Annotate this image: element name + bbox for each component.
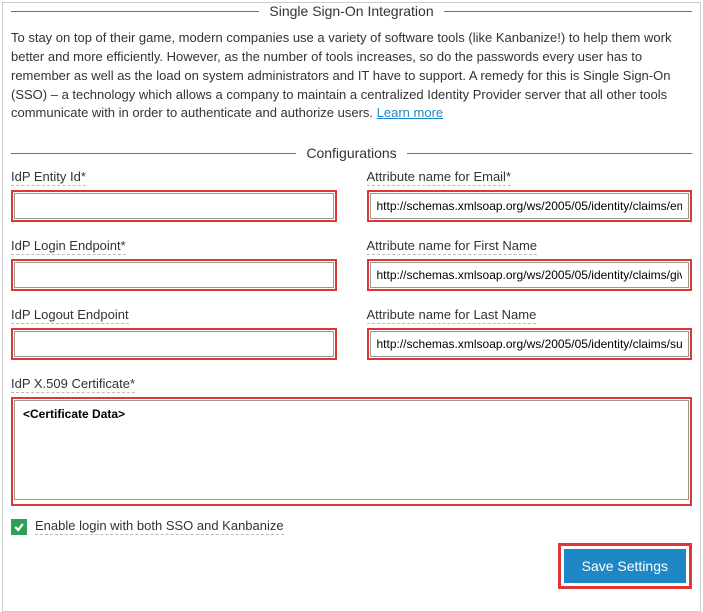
idp-logout-endpoint-input[interactable] bbox=[14, 331, 334, 357]
cert-input[interactable] bbox=[14, 400, 689, 500]
enable-both-label: Enable login with both SSO and Kanbanize bbox=[35, 518, 284, 535]
idp-entity-id-input[interactable] bbox=[14, 193, 334, 219]
learn-more-link[interactable]: Learn more bbox=[377, 105, 443, 120]
attr-email-input[interactable] bbox=[370, 193, 690, 219]
cert-label: IdP X.509 Certificate* bbox=[11, 376, 135, 393]
enable-both-checkbox[interactable] bbox=[11, 519, 27, 535]
idp-login-endpoint-label: IdP Login Endpoint* bbox=[11, 238, 126, 255]
sso-integration-section: Single Sign-On Integration To stay on to… bbox=[11, 3, 692, 133]
idp-login-endpoint-input[interactable] bbox=[14, 262, 334, 288]
save-settings-button[interactable]: Save Settings bbox=[564, 549, 686, 583]
attr-lastname-input[interactable] bbox=[370, 331, 690, 357]
check-icon bbox=[13, 521, 25, 533]
configurations-section: Configurations IdP Entity Id* IdP Login … bbox=[11, 145, 692, 589]
configurations-title: Configurations bbox=[296, 145, 406, 161]
attr-firstname-input[interactable] bbox=[370, 262, 690, 288]
section-title: Single Sign-On Integration bbox=[259, 3, 443, 19]
attr-email-label: Attribute name for Email* bbox=[367, 169, 512, 186]
idp-entity-id-label: IdP Entity Id* bbox=[11, 169, 86, 186]
idp-logout-endpoint-label: IdP Logout Endpoint bbox=[11, 307, 129, 324]
attr-lastname-label: Attribute name for Last Name bbox=[367, 307, 537, 324]
section-description: To stay on top of their game, modern com… bbox=[11, 27, 692, 133]
attr-firstname-label: Attribute name for First Name bbox=[367, 238, 538, 255]
